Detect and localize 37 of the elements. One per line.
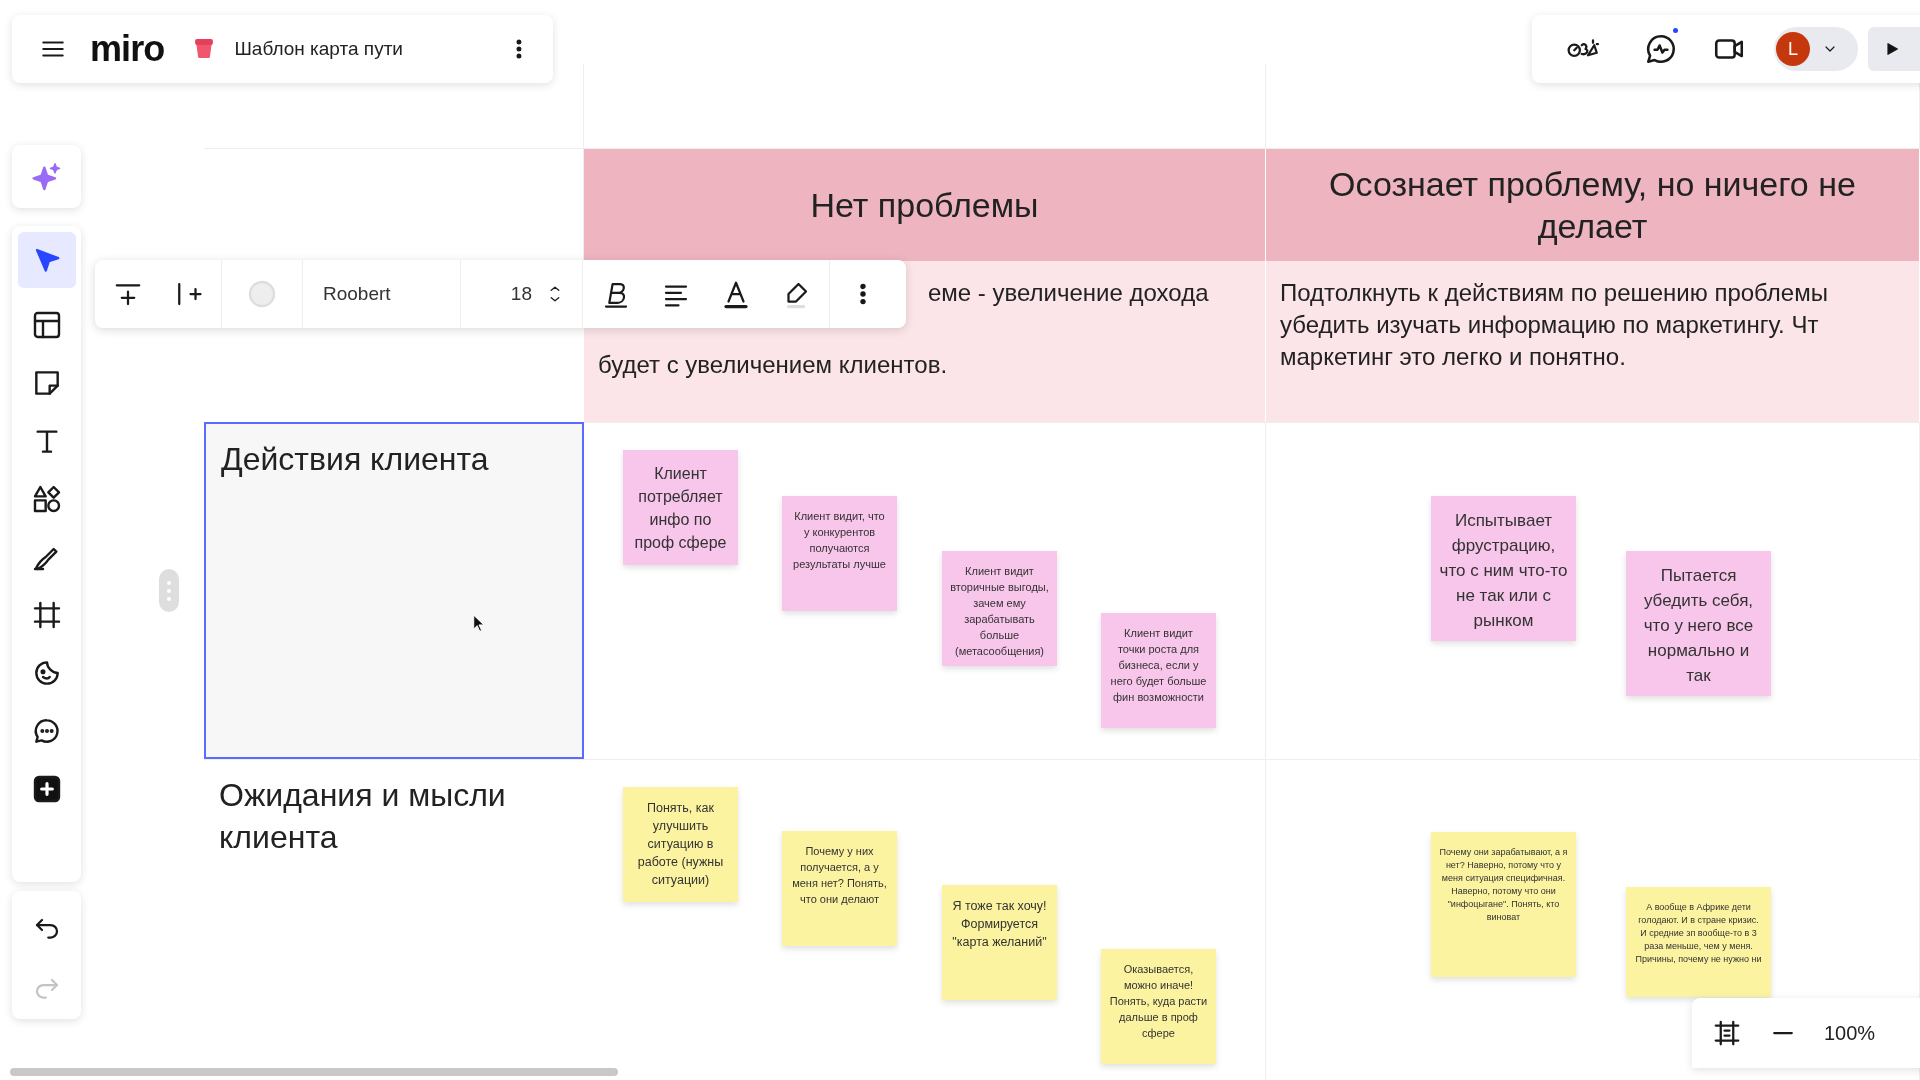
play-icon xyxy=(1884,41,1900,57)
sticky-note[interactable]: Оказывается, можно иначе! Понять, куда расти дальше в проф сфере xyxy=(1101,949,1216,1064)
logo[interactable]: miro xyxy=(90,31,165,67)
sticky-note[interactable]: Почему они зарабатывают, а я нет? Наверно, потому что у меня ситуация специфичная. Наверно, потому что они "инфоцыгане". Понять, кто виноват xyxy=(1431,832,1576,977)
description-text: будет с увеличением клиентов. xyxy=(598,350,949,380)
drag-handle[interactable] xyxy=(159,569,179,612)
sticky-note[interactable]: Клиент видит, что у конкурентов получаются результаты лучше xyxy=(782,496,897,611)
font-size-field[interactable]: 18 xyxy=(510,279,532,309)
zoom-level[interactable]: 100% xyxy=(1824,1018,1876,1048)
description-text: убедить изучать информацию по маркетингу. Чт xyxy=(1280,310,1820,340)
sticky-note[interactable]: Клиент видит вторичные выгоды, зачем ему зарабатывать больше (метасообщения) xyxy=(942,551,1057,666)
column-header: Нет проблемы xyxy=(810,185,1039,226)
sticky-note[interactable]: Клиент потребляет инфо по проф сфере xyxy=(623,450,738,565)
description-text: еме - увеличение дохода xyxy=(928,278,1210,308)
row-label: Ожидания и мысли клиента xyxy=(219,776,507,857)
fit-to-screen-icon[interactable] xyxy=(1712,1018,1742,1048)
description-text: маркетинг это легко и понятно. xyxy=(1280,342,1627,372)
chat-icon[interactable] xyxy=(1644,32,1678,66)
sticky-note[interactable]: Пытается убедить себя, что у него все нормально и так xyxy=(1626,551,1771,696)
column-header: Осознает проблему, но ничего не делает xyxy=(1328,164,1857,247)
font-selector[interactable]: Roobert xyxy=(323,279,391,309)
sticky-note[interactable]: Я тоже так хочу! Формируется "карта желаний" xyxy=(942,885,1057,1000)
board-title[interactable]: Шаблон карта пути xyxy=(234,34,403,64)
text-color-icon[interactable] xyxy=(721,279,751,309)
sticky-note[interactable]: Клиент видит точки роста для бизнеса, если у него будет больше фин возможности xyxy=(1101,613,1216,728)
user-menu[interactable]: L xyxy=(1774,27,1858,71)
description-text: Подтолкнуть к действиям по решению проблемы xyxy=(1280,278,1829,308)
sticky-note[interactable]: Почему у них получается, а у меня нет? Понять, что они делают xyxy=(782,831,897,946)
present-button[interactable] xyxy=(1868,27,1920,71)
user-avatar: L xyxy=(1776,32,1810,66)
sticky-note[interactable]: Понять, как улучшить ситуацию в работе (нужны ситуации) xyxy=(623,787,738,902)
row-label: Действия клиента xyxy=(221,440,490,479)
sticky-note[interactable]: А вообще в Африке дети голодают. И в стране кризис. И средние зп вообще-то в 3 раза меньше, чем у меня. Причины, почему не нужно ни xyxy=(1626,887,1771,997)
sparkle-icon[interactable] xyxy=(30,160,63,193)
row-label-cell[interactable]: Действия клиента xyxy=(204,422,584,759)
select-tool[interactable] xyxy=(17,232,76,288)
sticky-note[interactable]: Испытывает фрустрацию, что с ним что-то не так или с рынком xyxy=(1431,496,1576,641)
